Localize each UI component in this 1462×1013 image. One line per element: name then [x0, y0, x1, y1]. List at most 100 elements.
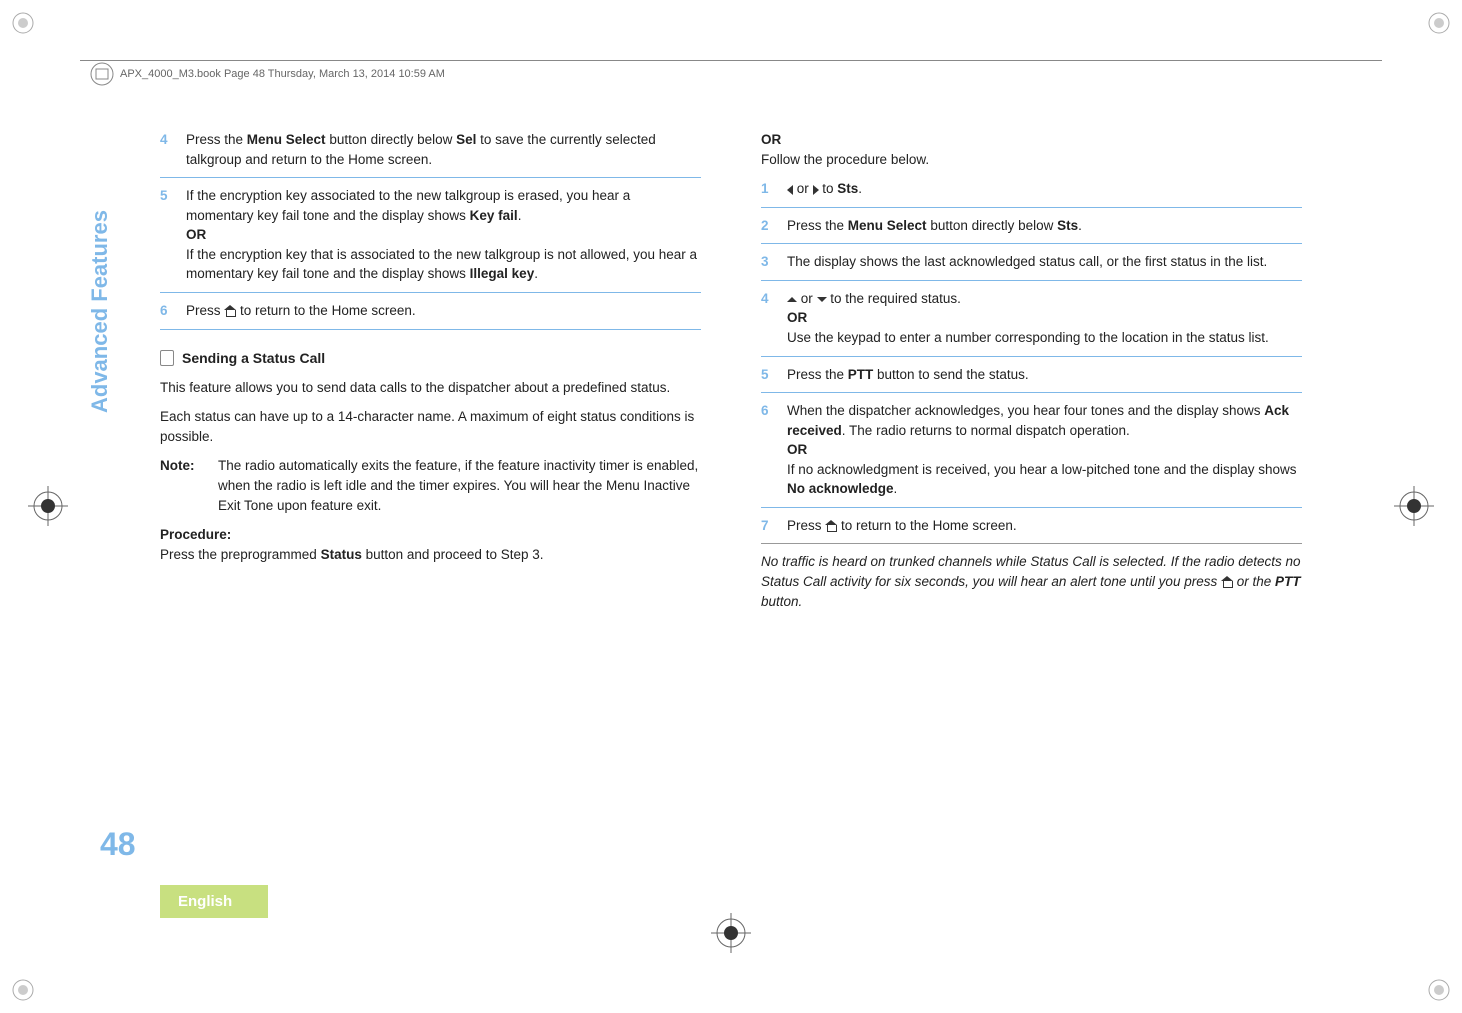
step-divider — [761, 243, 1302, 244]
text: to return to the Home screen. — [236, 303, 415, 318]
step-text: Press to return to the Home screen. — [787, 516, 1017, 536]
home-icon — [1221, 577, 1233, 588]
page-number: 48 — [100, 826, 136, 863]
step-row: 4 Press the Menu Select button directly … — [160, 130, 701, 169]
text: No traffic is heard on trunked channels … — [761, 554, 1301, 589]
text: . — [1078, 218, 1082, 233]
registration-mark-icon — [28, 486, 68, 526]
or-label: OR — [186, 227, 206, 242]
menu-select-label: Menu Select — [247, 132, 326, 147]
step-number: 5 — [761, 365, 775, 385]
step-text: Press the PTT button to send the status. — [787, 365, 1029, 385]
home-icon — [825, 521, 837, 532]
page-content: 4 Press the Menu Select button directly … — [160, 130, 1302, 873]
step-row: 7 Press to return to the Home screen. — [761, 516, 1302, 536]
book-page-icon — [90, 62, 114, 86]
step-number: 6 — [761, 401, 775, 499]
text: Use the keypad to enter a number corresp… — [787, 330, 1269, 345]
procedure-text: Press the preprogrammed Status button an… — [160, 545, 701, 565]
step-divider — [160, 329, 701, 330]
crop-mark-icon — [8, 8, 38, 38]
or-label: OR — [787, 310, 807, 325]
text: to — [819, 181, 838, 196]
text: button directly below — [326, 132, 457, 147]
footer-note: No traffic is heard on trunked channels … — [761, 552, 1302, 611]
paragraph: Each status can have up to a 14-characte… — [160, 407, 701, 446]
menu-select-label: Menu Select — [848, 218, 927, 233]
status-button-label: Status — [321, 547, 362, 562]
step-divider — [761, 280, 1302, 281]
up-arrow-icon — [787, 297, 797, 302]
or-label: OR — [761, 130, 1302, 150]
crop-mark-icon — [8, 975, 38, 1005]
down-arrow-icon — [817, 297, 827, 302]
section-title: Sending a Status Call — [182, 348, 325, 368]
step-number: 2 — [761, 216, 775, 236]
step-text: When the dispatcher acknowledges, you he… — [787, 401, 1302, 499]
step-row: 3 The display shows the last acknowledge… — [761, 252, 1302, 272]
text: or — [797, 291, 817, 306]
section-tab-label: Advanced Features — [87, 210, 113, 413]
step-number: 1 — [761, 179, 775, 199]
step-text: The display shows the last acknowledged … — [787, 252, 1267, 272]
home-icon — [224, 306, 236, 317]
step-number: 6 — [160, 301, 174, 321]
section-heading: Sending a Status Call — [160, 348, 701, 368]
registration-mark-icon — [711, 913, 751, 953]
step-number: 7 — [761, 516, 775, 536]
ui-label-sts: Sts — [1057, 218, 1078, 233]
ui-label-illegal-key: Illegal key — [470, 266, 535, 281]
text: . The radio returns to normal dispatch o… — [842, 423, 1130, 438]
registration-mark-icon — [1394, 486, 1434, 526]
text: Press the — [186, 132, 247, 147]
text: button. — [761, 594, 802, 609]
step-row: 6 When the dispatcher acknowledges, you … — [761, 401, 1302, 499]
step-divider — [761, 207, 1302, 208]
step-divider — [761, 356, 1302, 357]
ui-label-sts: Sts — [837, 181, 858, 196]
step-number: 5 — [160, 186, 174, 284]
text: . — [534, 266, 538, 281]
note-text: The radio automatically exits the featur… — [218, 456, 701, 515]
text: button to send the status. — [873, 367, 1028, 382]
text: . — [858, 181, 862, 196]
section-page-icon — [160, 350, 174, 366]
header-rule — [80, 60, 1382, 61]
step-number: 4 — [160, 130, 174, 169]
step-divider — [160, 177, 701, 178]
text: When the dispatcher acknowledges, you he… — [787, 403, 1264, 418]
step-text: Press to return to the Home screen. — [186, 301, 416, 321]
text: button and proceed to Step 3. — [362, 547, 544, 562]
step-row: 6 Press to return to the Home screen. — [160, 301, 701, 321]
text: Press the preprogrammed — [160, 547, 321, 562]
text: If no acknowledgment is received, you he… — [787, 462, 1297, 477]
text: Press — [787, 518, 825, 533]
text: or the — [1233, 574, 1275, 589]
step-row: 5 If the encryption key associated to th… — [160, 186, 701, 284]
or-label: OR — [787, 442, 807, 457]
text: button directly below — [927, 218, 1058, 233]
paragraph: Follow the procedure below. — [761, 150, 1302, 170]
text: . — [518, 208, 522, 223]
step-row: 4 or to the required status. OR Use the … — [761, 289, 1302, 348]
step-number: 4 — [761, 289, 775, 348]
text: or — [793, 181, 813, 196]
header-text: APX_4000_M3.book Page 48 Thursday, March… — [120, 68, 445, 80]
step-divider — [761, 392, 1302, 393]
text: to return to the Home screen. — [837, 518, 1016, 533]
step-text: Press the Menu Select button directly be… — [787, 216, 1082, 236]
step-text: or to the required status. OR Use the ke… — [787, 289, 1269, 348]
left-column: 4 Press the Menu Select button directly … — [160, 130, 701, 873]
crop-mark-icon — [1424, 8, 1454, 38]
step-divider — [160, 292, 701, 293]
crop-mark-icon — [1424, 975, 1454, 1005]
text: to the required status. — [827, 291, 961, 306]
text: Press the — [787, 218, 848, 233]
text: . — [894, 481, 898, 496]
note-block: Note: The radio automatically exits the … — [160, 456, 701, 515]
step-divider — [761, 543, 1302, 544]
ui-label-no-acknowledge: No acknowledge — [787, 481, 894, 496]
step-text: Press the Menu Select button directly be… — [186, 130, 701, 169]
ptt-label: PTT — [848, 367, 874, 382]
step-row: 5 Press the PTT button to send the statu… — [761, 365, 1302, 385]
